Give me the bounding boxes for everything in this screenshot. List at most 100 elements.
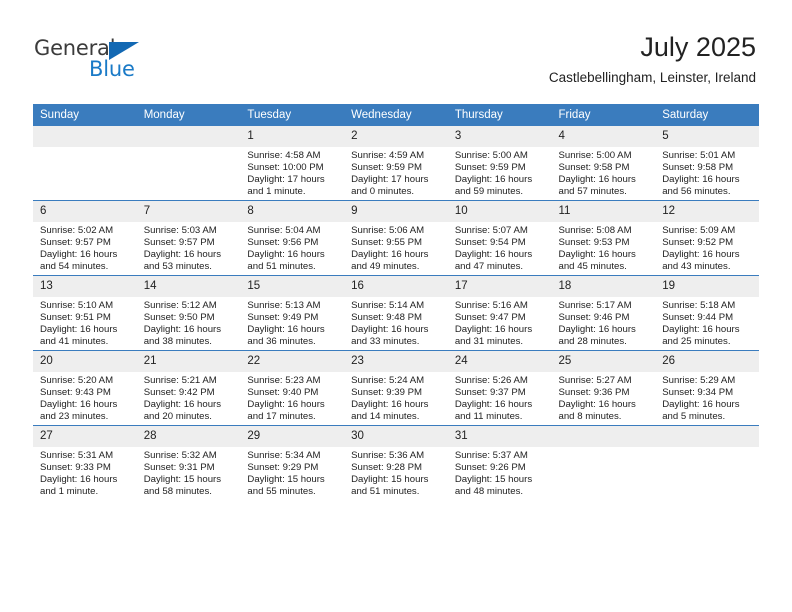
daylight-text-line1: Daylight: 16 hours [662, 324, 740, 336]
sunrise-text: Sunrise: 5:12 AM [143, 300, 217, 311]
day-number: 17 [447, 276, 552, 297]
day-cell[interactable]: 29 Sunrise: 5:34 AM Sunset: 9:29 PM Dayl… [240, 425, 345, 500]
day-details: Sunrise: 5:26 AM Sunset: 9:37 PM Dayligh… [448, 372, 552, 423]
day-cell[interactable]: 16 Sunrise: 5:14 AM Sunset: 9:48 PM Dayl… [344, 275, 448, 351]
day-number: 2 [344, 126, 448, 147]
daylight-text-line2: and 47 minutes. [454, 261, 524, 273]
day-cell[interactable]: 14 Sunrise: 5:12 AM Sunset: 9:50 PM Dayl… [136, 275, 241, 351]
day-cell[interactable]: 19 Sunrise: 5:18 AM Sunset: 9:44 PM Dayl… [655, 275, 759, 351]
day-cell[interactable] [551, 425, 656, 500]
day-cell[interactable]: 7 Sunrise: 5:03 AM Sunset: 9:57 PM Dayli… [136, 200, 241, 276]
day-details: Sunrise: 5:04 AM Sunset: 9:56 PM Dayligh… [240, 222, 344, 273]
day-details: Sunrise: 5:12 AM Sunset: 9:50 PM Dayligh… [137, 297, 241, 348]
calendar-week-row: 6 Sunrise: 5:02 AM Sunset: 9:57 PM Dayli… [33, 200, 759, 276]
day-cell[interactable]: 13 Sunrise: 5:10 AM Sunset: 9:51 PM Dayl… [33, 275, 137, 351]
day-details: Sunrise: 5:01 AM Sunset: 9:58 PM Dayligh… [655, 147, 759, 198]
daylight-text-line2: and 1 minute. [247, 186, 306, 198]
day-details: Sunrise: 5:09 AM Sunset: 9:52 PM Dayligh… [655, 222, 759, 273]
sunset-text: Sunset: 9:43 PM [40, 387, 111, 399]
day-cell[interactable]: 30 Sunrise: 5:36 AM Sunset: 9:28 PM Dayl… [344, 425, 448, 500]
sunset-text: Sunset: 9:58 PM [558, 162, 630, 174]
daylight-text-line1: Daylight: 17 hours [351, 174, 429, 186]
day-cell[interactable]: 11 Sunrise: 5:08 AM Sunset: 9:53 PM Dayl… [551, 200, 656, 276]
daylight-text-line2: and 25 minutes. [662, 336, 731, 348]
day-cell[interactable]: 2 Sunrise: 4:59 AM Sunset: 9:59 PM Dayli… [344, 126, 448, 201]
day-cell[interactable]: 18 Sunrise: 5:17 AM Sunset: 9:46 PM Dayl… [551, 275, 656, 351]
day-number: 14 [136, 276, 241, 297]
daylight-text-line2: and 20 minutes. [143, 411, 212, 423]
sunset-text: Sunset: 9:48 PM [351, 312, 423, 324]
day-number [33, 126, 137, 147]
day-cell[interactable]: 25 Sunrise: 5:27 AM Sunset: 9:36 PM Dayl… [551, 350, 656, 426]
day-cell[interactable]: 24 Sunrise: 5:26 AM Sunset: 9:37 PM Dayl… [447, 350, 552, 426]
weekday-header-wednesday: Wednesday [344, 104, 448, 126]
calendar-week-row: 20 Sunrise: 5:20 AM Sunset: 9:43 PM Dayl… [33, 350, 759, 426]
daylight-text-line2: and 28 minutes. [558, 336, 627, 348]
calendar-body: 1 Sunrise: 4:58 AM Sunset: 10:00 PM Dayl… [33, 126, 759, 500]
day-number: 13 [33, 276, 137, 297]
day-cell[interactable]: 17 Sunrise: 5:16 AM Sunset: 9:47 PM Dayl… [447, 275, 552, 351]
day-cell[interactable]: 31 Sunrise: 5:37 AM Sunset: 9:26 PM Dayl… [447, 425, 552, 500]
sunset-text: Sunset: 9:44 PM [662, 312, 734, 324]
sunset-text: Sunset: 9:31 PM [143, 462, 215, 474]
day-cell[interactable]: 5 Sunrise: 5:01 AM Sunset: 9:58 PM Dayli… [655, 126, 759, 201]
daylight-text-line1: Daylight: 16 hours [351, 324, 429, 336]
title-block: July 2025 Castlebellingham, Leinster, Ir… [549, 30, 756, 88]
sunset-text: Sunset: 9:39 PM [351, 387, 423, 399]
daylight-text-line1: Daylight: 16 hours [40, 249, 118, 261]
day-cell[interactable]: 15 Sunrise: 5:13 AM Sunset: 9:49 PM Dayl… [240, 275, 345, 351]
day-cell[interactable]: 21 Sunrise: 5:21 AM Sunset: 9:42 PM Dayl… [136, 350, 241, 426]
day-cell[interactable] [136, 126, 241, 201]
page-header: General Blue July 2025 Castlebellingham,… [0, 0, 792, 104]
day-cell[interactable] [33, 126, 137, 201]
day-cell[interactable]: 28 Sunrise: 5:32 AM Sunset: 9:31 PM Dayl… [136, 425, 241, 500]
day-details: Sunrise: 5:02 AM Sunset: 9:57 PM Dayligh… [33, 222, 137, 273]
day-details: Sunrise: 5:00 AM Sunset: 9:59 PM Dayligh… [448, 147, 552, 198]
daylight-text-line2: and 33 minutes. [351, 336, 420, 348]
daylight-text-line2: and 43 minutes. [662, 261, 731, 273]
day-cell[interactable]: 22 Sunrise: 5:23 AM Sunset: 9:40 PM Dayl… [240, 350, 345, 426]
day-details: Sunrise: 5:31 AM Sunset: 9:33 PM Dayligh… [33, 447, 137, 498]
day-cell[interactable]: 20 Sunrise: 5:20 AM Sunset: 9:43 PM Dayl… [33, 350, 137, 426]
day-number: 12 [655, 201, 759, 222]
sunset-text: Sunset: 9:53 PM [558, 237, 630, 249]
day-details: Sunrise: 5:13 AM Sunset: 9:49 PM Dayligh… [240, 297, 344, 348]
daylight-text-line2: and 14 minutes. [351, 411, 420, 423]
day-details: Sunrise: 5:21 AM Sunset: 9:42 PM Dayligh… [137, 372, 241, 423]
day-cell[interactable]: 9 Sunrise: 5:06 AM Sunset: 9:55 PM Dayli… [344, 200, 448, 276]
day-details: Sunrise: 5:20 AM Sunset: 9:43 PM Dayligh… [33, 372, 137, 423]
day-number: 15 [240, 276, 345, 297]
sunrise-text: Sunrise: 5:14 AM [351, 300, 425, 311]
day-details: Sunrise: 5:27 AM Sunset: 9:36 PM Dayligh… [552, 372, 656, 423]
day-details: Sunrise: 5:10 AM Sunset: 9:51 PM Dayligh… [33, 297, 137, 348]
daylight-text-line1: Daylight: 16 hours [558, 249, 636, 261]
day-cell[interactable]: 3 Sunrise: 5:00 AM Sunset: 9:59 PM Dayli… [447, 126, 552, 201]
day-cell[interactable]: 27 Sunrise: 5:31 AM Sunset: 9:33 PM Dayl… [33, 425, 137, 500]
day-cell[interactable]: 4 Sunrise: 5:00 AM Sunset: 9:58 PM Dayli… [551, 126, 656, 201]
daylight-text-line1: Daylight: 16 hours [454, 174, 533, 186]
day-cell[interactable] [655, 425, 759, 500]
day-cell[interactable]: 8 Sunrise: 5:04 AM Sunset: 9:56 PM Dayli… [240, 200, 345, 276]
daylight-text-line2: and 5 minutes. [662, 411, 726, 423]
general-blue-logo: General Blue [34, 36, 274, 86]
day-cell[interactable]: 23 Sunrise: 5:24 AM Sunset: 9:39 PM Dayl… [344, 350, 448, 426]
sunrise-text: Sunrise: 5:37 AM [454, 450, 528, 461]
day-cell[interactable]: 12 Sunrise: 5:09 AM Sunset: 9:52 PM Dayl… [655, 200, 759, 276]
day-number: 21 [136, 351, 241, 372]
day-cell[interactable]: 10 Sunrise: 5:07 AM Sunset: 9:54 PM Dayl… [447, 200, 552, 276]
day-details: Sunrise: 5:18 AM Sunset: 9:44 PM Dayligh… [655, 297, 759, 348]
day-cell[interactable]: 26 Sunrise: 5:29 AM Sunset: 9:34 PM Dayl… [655, 350, 759, 426]
sunset-text: Sunset: 9:26 PM [454, 462, 526, 474]
sunrise-text: Sunrise: 5:01 AM [662, 150, 736, 161]
day-number: 16 [344, 276, 448, 297]
day-cell[interactable]: 6 Sunrise: 5:02 AM Sunset: 9:57 PM Dayli… [33, 200, 137, 276]
day-details: Sunrise: 5:00 AM Sunset: 9:58 PM Dayligh… [552, 147, 656, 198]
daylight-text-line2: and 41 minutes. [40, 336, 109, 348]
daylight-text-line1: Daylight: 16 hours [558, 324, 636, 336]
daylight-text-line2: and 58 minutes. [143, 486, 212, 498]
day-cell[interactable]: 1 Sunrise: 4:58 AM Sunset: 10:00 PM Dayl… [240, 126, 345, 201]
daylight-text-line2: and 23 minutes. [40, 411, 109, 423]
day-number: 29 [240, 426, 345, 447]
sunrise-text: Sunrise: 5:04 AM [247, 225, 321, 236]
daylight-text-line1: Daylight: 16 hours [351, 249, 429, 261]
